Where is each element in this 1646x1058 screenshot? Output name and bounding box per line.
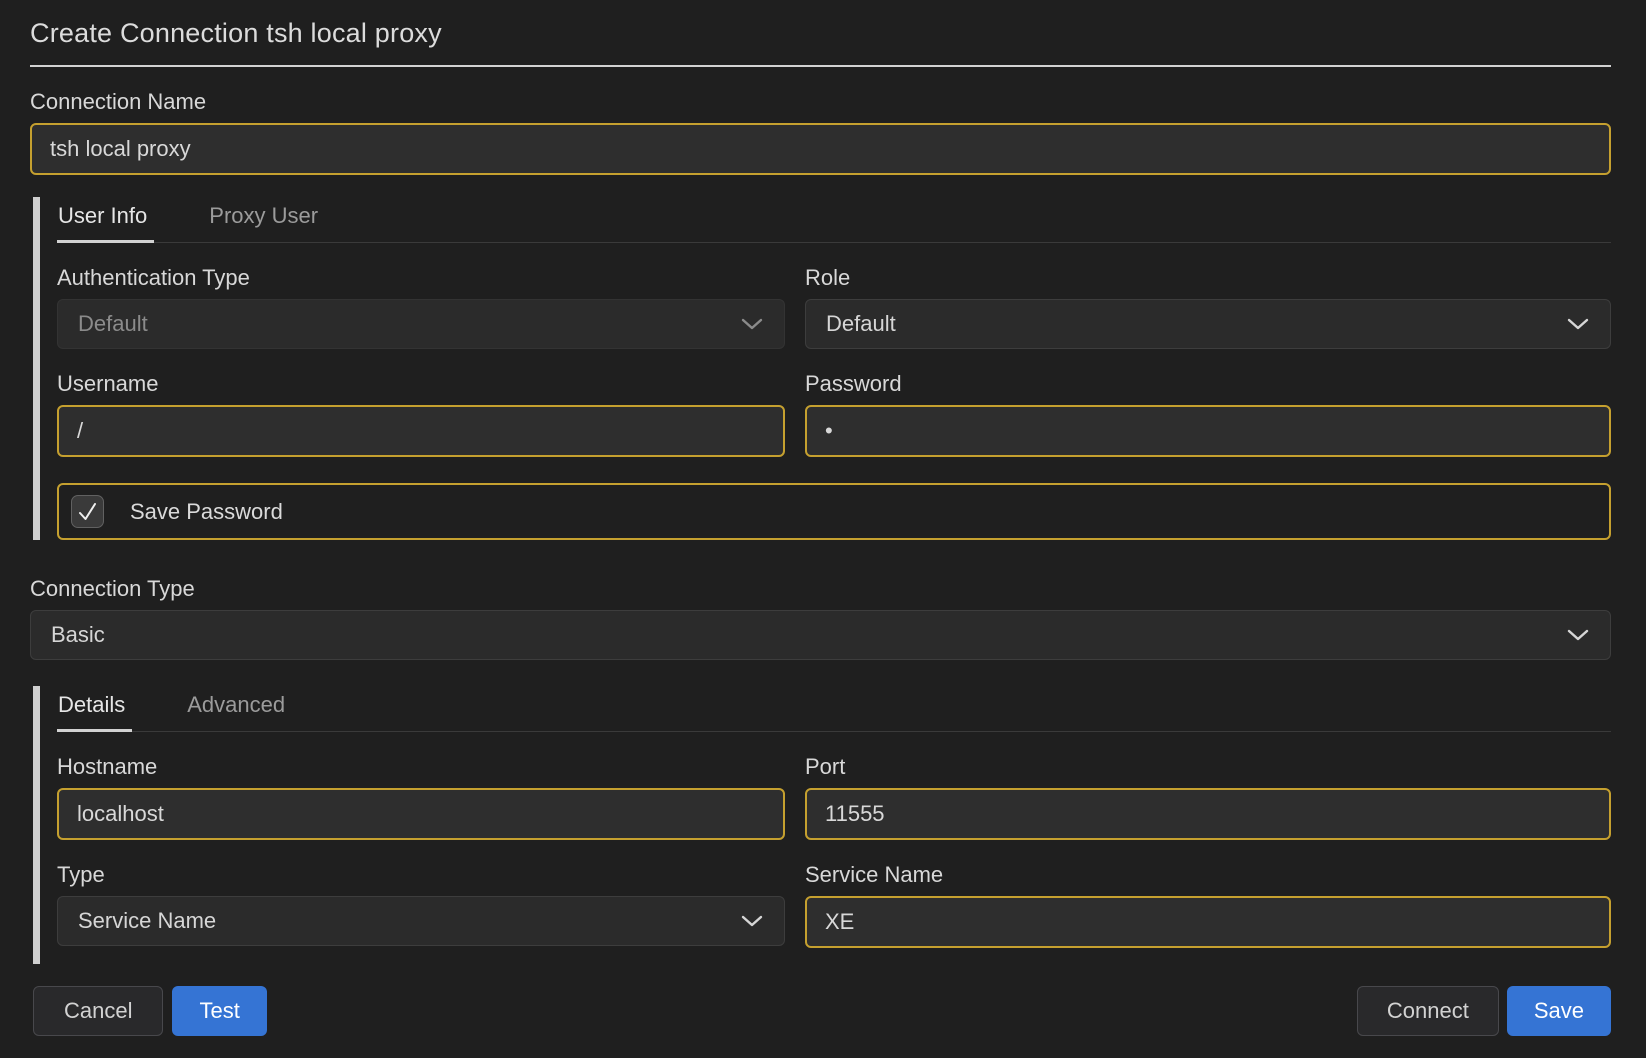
connection-type-select[interactable]: Basic — [30, 610, 1611, 660]
service-name-label: Service Name — [805, 862, 1611, 888]
save-password-checkbox[interactable] — [71, 495, 104, 528]
authentication-type-label: Authentication Type — [57, 265, 785, 291]
dialog-title: Create Connection tsh local proxy — [30, 18, 1611, 67]
chevron-down-icon — [1566, 317, 1590, 331]
role-value: Default — [826, 311, 896, 337]
tab-advanced[interactable]: Advanced — [186, 692, 292, 732]
cancel-button[interactable]: Cancel — [33, 986, 163, 1036]
connection-type-value: Basic — [51, 622, 105, 648]
authentication-type-select[interactable]: Default — [57, 299, 785, 349]
connection-name-label: Connection Name — [30, 89, 1611, 115]
username-input[interactable] — [57, 405, 785, 457]
save-password-label: Save Password — [130, 499, 283, 525]
save-button[interactable]: Save — [1507, 986, 1611, 1036]
test-button[interactable]: Test — [172, 986, 266, 1036]
service-name-input[interactable] — [805, 896, 1611, 948]
user-info-section: User Info Proxy User Authentication Type… — [33, 197, 1611, 540]
tab-details[interactable]: Details — [57, 692, 132, 732]
password-label: Password — [805, 371, 1611, 397]
type-label: Type — [57, 862, 785, 888]
username-label: Username — [57, 371, 785, 397]
tab-proxy-user[interactable]: Proxy User — [208, 203, 325, 243]
port-input[interactable] — [805, 788, 1611, 840]
details-section: Details Advanced Hostname Port Type Serv… — [33, 686, 1611, 964]
chevron-down-icon — [740, 317, 764, 331]
connection-name-input[interactable] — [30, 123, 1611, 175]
chevron-down-icon — [1566, 628, 1590, 642]
user-info-tabs: User Info Proxy User — [57, 197, 1611, 243]
port-label: Port — [805, 754, 1611, 780]
tab-user-info[interactable]: User Info — [57, 203, 154, 243]
save-password-box: Save Password — [57, 483, 1611, 540]
details-tabs: Details Advanced — [57, 686, 1611, 732]
hostname-label: Hostname — [57, 754, 785, 780]
type-select[interactable]: Service Name — [57, 896, 785, 946]
chevron-down-icon — [740, 914, 764, 928]
role-label: Role — [805, 265, 1611, 291]
password-input[interactable] — [805, 405, 1611, 457]
checkmark-icon — [75, 499, 100, 524]
connection-type-label: Connection Type — [30, 576, 1611, 602]
authentication-type-value: Default — [78, 311, 148, 337]
type-value: Service Name — [78, 908, 216, 934]
hostname-input[interactable] — [57, 788, 785, 840]
dialog-footer: Cancel Test Connect Save — [30, 986, 1611, 1036]
connect-button[interactable]: Connect — [1357, 986, 1499, 1036]
role-select[interactable]: Default — [805, 299, 1611, 349]
create-connection-dialog: Create Connection tsh local proxy Connec… — [30, 0, 1611, 1036]
